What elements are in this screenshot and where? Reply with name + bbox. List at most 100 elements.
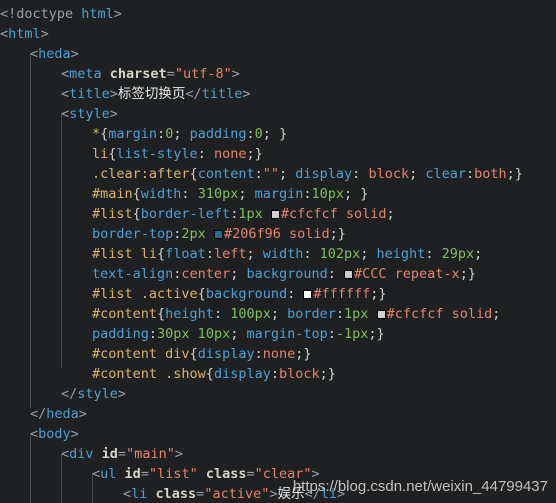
token-prop-background: background: [246, 266, 328, 282]
token-colon: :: [148, 326, 158, 342]
token-lt: <: [30, 426, 39, 442]
token-gt: >: [109, 106, 118, 122]
token-num-2px: 2px: [181, 226, 214, 242]
token-prop-display: display: [295, 166, 353, 182]
token-doctype-close: >: [113, 6, 122, 22]
token-num-1px: 1px: [344, 306, 377, 322]
token-brace-close: }: [514, 166, 523, 182]
token-colon: :: [425, 246, 442, 262]
token-lt: <: [61, 106, 70, 122]
token-semi: ;: [360, 246, 377, 262]
token-val-empty-string: "": [262, 166, 279, 182]
token-tag-meta: meta: [69, 66, 110, 82]
token-val-none: none: [213, 146, 247, 162]
token-attr-charset: charset: [109, 66, 167, 82]
token-semi: ;: [474, 246, 483, 262]
code-line-20: </style>: [0, 384, 556, 404]
token-gt: >: [242, 86, 251, 102]
token-prop-display: display: [213, 366, 271, 382]
token-selector-main: #main: [92, 186, 133, 202]
token-prop-margin: margin: [254, 186, 304, 202]
code-line-7: *{margin:0; padding:0; }: [0, 124, 556, 144]
token-prop-border-top: border-top: [92, 226, 174, 242]
token-brace: {: [157, 306, 166, 322]
token-prop-margin-top: margin-top: [246, 326, 328, 342]
token-attr-id: id: [101, 446, 118, 462]
token-tag-div: div: [69, 446, 102, 462]
token-colon: :: [270, 366, 279, 382]
code-line-22: <body>: [0, 424, 556, 444]
token-prop-padding: padding: [92, 326, 149, 342]
token-prop-width: width: [262, 246, 304, 262]
code-line-2: <html>: [0, 24, 556, 44]
token-brace-close: }: [360, 186, 369, 202]
token-tag-li: li: [131, 486, 156, 502]
token-semi: ;: [230, 326, 247, 342]
token-doctype-name: html: [81, 6, 114, 22]
token-colon: :: [303, 246, 320, 262]
token-prop-border-left-name: border-left: [140, 206, 231, 222]
code-line-16: #content{height: 100px; border:1px #cfcf…: [0, 304, 556, 324]
token-gt: >: [70, 426, 79, 442]
token-val-center: center: [181, 266, 231, 282]
token-colon: :: [246, 126, 255, 142]
token-tag-style-close: style: [77, 386, 118, 402]
token-colon: :: [303, 186, 312, 202]
token-semi: ;: [409, 166, 426, 182]
token-eq: =: [246, 466, 255, 482]
token-semi: ;: [492, 306, 501, 322]
token-prop-text-align: text-align: [92, 266, 174, 282]
token-lt: <: [61, 446, 70, 462]
code-line-1: <!doctype html>: [0, 4, 556, 24]
code-line-15: #list .active{background: #ffffff;}: [0, 284, 556, 304]
token-val-repeat-x: repeat-x: [386, 266, 460, 282]
csdn-watermark: https://blog.csdn.net/weixin_44799437: [292, 478, 548, 495]
color-swatch-ccc: [344, 270, 354, 279]
token-attr-id: id: [124, 466, 141, 482]
token-brace-close: }: [303, 346, 312, 362]
token-selector-list-active: #list .active: [92, 286, 198, 302]
token-colon: :: [465, 166, 475, 182]
code-line-21: </heda>: [0, 404, 556, 424]
token-attr-value-utf8: "utf-8": [174, 66, 232, 82]
token-semi: ;: [262, 126, 280, 142]
code-lines[interactable]: <!doctype html> <html> <heda> <meta char…: [0, 0, 556, 503]
token-brace-close: }: [327, 366, 336, 382]
token-val-block: block: [368, 166, 410, 182]
code-line-13: #list li{float:left; width: 102px; heigh…: [0, 244, 556, 264]
token-lt: <: [61, 66, 70, 82]
token-gt: >: [78, 406, 87, 422]
token-selector-universal: *: [92, 126, 101, 142]
token-gt: >: [231, 66, 240, 82]
token-color-cfcfcf: #cfcfcf: [280, 206, 338, 222]
token-semi: ;: [173, 126, 190, 142]
token-tag-title-close: title: [201, 86, 243, 102]
token-num-30px-10px: 30px 10px: [157, 326, 231, 342]
color-swatch-cfcfcf: [376, 310, 386, 319]
token-lt-slash: </: [61, 386, 78, 402]
token-tag-html: html: [8, 26, 41, 42]
token-val-solid: solid: [337, 206, 387, 222]
code-line-23: <div id="main">: [0, 444, 556, 464]
token-brace-close: }: [376, 326, 385, 342]
token-semi: ;: [459, 266, 468, 282]
token-prop-border: border: [287, 306, 336, 322]
token-color-ccc: #CCC: [354, 266, 387, 282]
token-val-block: block: [278, 366, 320, 382]
token-semi: ;: [246, 246, 263, 262]
token-colon: :: [157, 126, 166, 142]
token-semi: ;: [344, 186, 361, 202]
token-val-left: left: [213, 246, 247, 262]
token-color-cfcfcf: #cfcfcf: [386, 306, 444, 322]
token-brace-close: }: [467, 266, 476, 282]
token-selector-li: li: [92, 146, 109, 162]
token-selector-content-show: #content .show: [92, 366, 206, 382]
token-brace-close: }: [279, 126, 288, 142]
token-val-none: none: [262, 346, 296, 362]
code-line-3: <heda>: [0, 44, 556, 64]
token-selector-clear-after: .clear:after: [92, 166, 190, 182]
code-line-14: text-align:center; background: #CCC repe…: [0, 264, 556, 284]
token-colon: :: [335, 306, 345, 322]
token-gt: >: [117, 386, 127, 402]
code-editor-view[interactable]: <!doctype html> <html> <heda> <meta char…: [0, 0, 556, 503]
